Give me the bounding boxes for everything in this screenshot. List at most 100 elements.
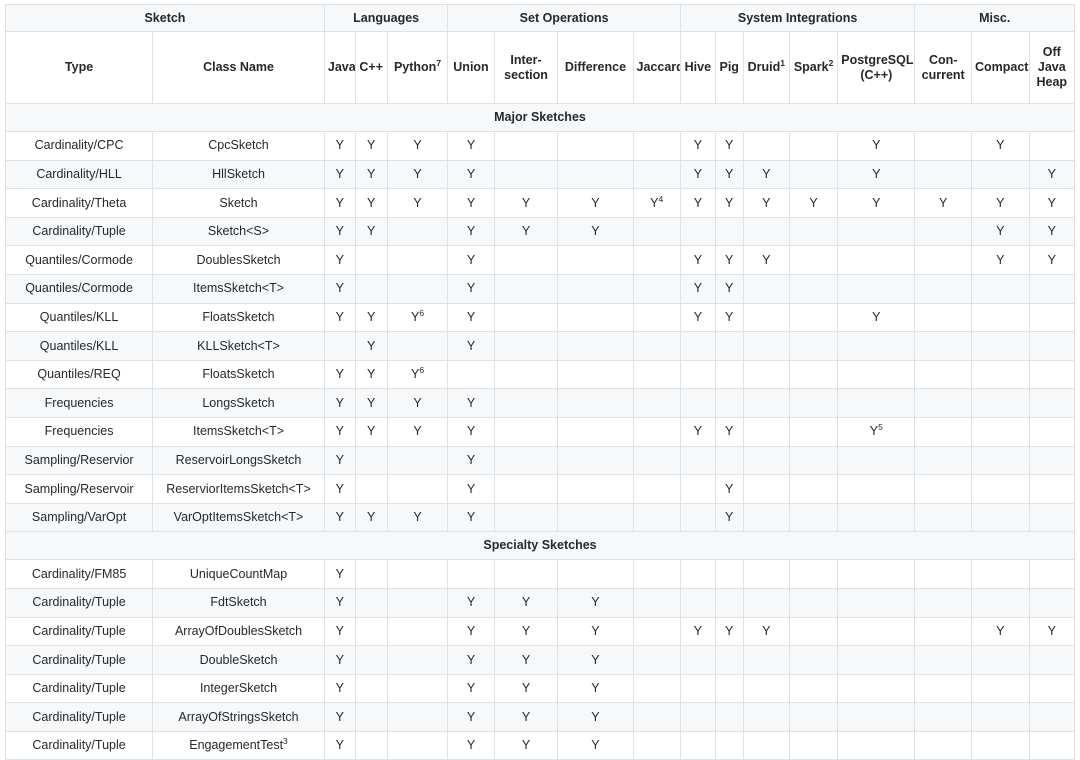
- support-mark: Y: [725, 424, 734, 439]
- cell-support-c: Y: [354, 188, 388, 218]
- cell-support-postgresql-c: [837, 673, 916, 704]
- support-mark: Y: [591, 224, 600, 239]
- cell-sketch-type: Cardinality/Tuple: [4, 645, 154, 675]
- support-mark: Y: [335, 367, 344, 382]
- cell-support-spark: Y: [788, 188, 839, 218]
- cell-support-off-java-heap: [1028, 474, 1076, 504]
- support-mark: Y: [335, 595, 344, 610]
- cell-support-inter-section: [493, 559, 559, 589]
- cell-support-druid: [742, 445, 790, 476]
- cell-support-postgresql-c: [837, 388, 916, 418]
- cell-support-c: [354, 730, 388, 760]
- cell-support-jaccard: [632, 416, 681, 447]
- table-body: Major Sketches Cardinality/CPC CpcSketch Y Y…: [4, 103, 1076, 760]
- support-mark: Y: [725, 281, 734, 296]
- cell-support-compact: [970, 416, 1030, 447]
- support-mark: Y: [335, 566, 344, 581]
- cell-support-c: [354, 445, 388, 476]
- support-mark: Y: [762, 623, 771, 638]
- cell-support-con-current: [914, 645, 972, 675]
- cell-class-name: DoubleSketch: [152, 645, 325, 675]
- column-header-label: Jaccard: [636, 60, 681, 75]
- support-mark: Y: [725, 309, 734, 324]
- cell-support-difference: [557, 273, 634, 304]
- support-mark: Y: [335, 452, 344, 467]
- cell-support-postgresql-c: [837, 559, 916, 589]
- cell-support-off-java-heap: Y: [1028, 216, 1076, 247]
- class-name-label: VarOptItemsSketch<T>: [173, 510, 304, 525]
- cell-support-jaccard: [632, 673, 681, 704]
- support-mark: Y: [367, 424, 376, 439]
- cell-support-pig: Y: [714, 131, 744, 161]
- section-header-row: Specialty Sketches: [5, 531, 1075, 561]
- cell-support-jaccard: [632, 702, 681, 732]
- cell-support-java: Y: [323, 645, 356, 675]
- cell-support-union: Y: [447, 474, 495, 504]
- table-row: Quantiles/REQ FloatsSketch Y Y Y6: [4, 359, 1076, 390]
- cell-support-java: Y: [323, 673, 356, 704]
- cell-support-difference: [557, 445, 634, 476]
- cell-support-difference: [557, 302, 634, 333]
- support-mark: Y: [335, 652, 344, 667]
- cell-support-java: Y: [323, 559, 356, 589]
- table-row: Frequencies LongsSketch Y Y Y Y: [4, 388, 1076, 418]
- class-name-label: ItemsSketch<T>: [193, 424, 285, 439]
- cell-support-hive: Y: [679, 188, 716, 218]
- cell-support-inter-section: [493, 388, 559, 418]
- cell-support-postgresql-c: [837, 216, 916, 247]
- cell-support-python: [386, 273, 449, 304]
- table-row: Cardinality/Tuple EngagementTest3 Y Y Y Y: [4, 730, 1076, 760]
- cell-support-compact: [970, 273, 1030, 304]
- column-header-label: Union: [453, 60, 489, 75]
- support-mark: Y: [335, 424, 344, 439]
- cell-support-c: [354, 673, 388, 704]
- cell-support-c: Y: [354, 416, 388, 447]
- cell-support-c: [354, 702, 388, 732]
- column-header-class-name: Class Name: [152, 31, 325, 104]
- cell-support-postgresql-c: Y: [837, 188, 916, 218]
- cell-support-union: Y: [447, 131, 495, 161]
- cell-support-java: Y: [323, 502, 356, 533]
- support-mark: Y: [693, 138, 703, 153]
- support-mark: Y: [725, 167, 734, 182]
- cell-support-python: Y: [386, 388, 449, 418]
- cell-sketch-type: Cardinality/Tuple: [4, 216, 154, 247]
- cell-support-c: [354, 273, 388, 304]
- cell-class-name: Sketch<S>: [152, 216, 325, 247]
- column-header-label: C++: [359, 60, 384, 75]
- cell-support-compact: [970, 331, 1030, 361]
- footnote-marker: 1: [780, 57, 785, 68]
- cell-support-java: Y: [323, 474, 356, 504]
- cell-support-inter-section: [493, 474, 559, 504]
- column-header-pig: Pig: [714, 31, 744, 104]
- cell-support-jaccard: [632, 502, 681, 533]
- cell-sketch-type: Sampling/Reservoir: [4, 474, 154, 504]
- cell-support-inter-section: [493, 131, 559, 161]
- support-mark: Y: [872, 167, 881, 182]
- cell-support-inter-section: Y: [493, 188, 559, 218]
- cell-support-hive: [679, 730, 716, 760]
- group-header-sketch: Sketch: [5, 4, 325, 32]
- cell-support-union: Y: [447, 331, 495, 361]
- support-mark: Y: [1047, 252, 1056, 267]
- cell-support-postgresql-c: [837, 273, 916, 304]
- cell-support-compact: [970, 159, 1030, 190]
- cell-support-c: Y: [354, 502, 388, 533]
- cell-support-pig: Y: [714, 302, 744, 333]
- cell-support-c: [354, 559, 388, 589]
- column-header-label: Pig: [719, 60, 739, 75]
- column-header-label: Spark: [793, 60, 829, 75]
- cell-support-difference: Y: [557, 188, 634, 218]
- cell-support-off-java-heap: Y: [1028, 188, 1076, 218]
- table-row: Sampling/Reservoir ReserviorItemsSketch<T…: [4, 474, 1076, 504]
- support-mark: Y: [335, 709, 344, 724]
- cell-support-difference: [557, 245, 634, 275]
- class-name-label: ArrayOfStringsSketch: [178, 709, 299, 724]
- cell-support-hive: [679, 445, 716, 476]
- support-mark: Y: [521, 709, 531, 724]
- group-header-set-operations: Set Operations: [447, 4, 681, 32]
- table-row: Cardinality/Tuple ArrayOfDoublesSketch Y Y Y…: [4, 616, 1076, 647]
- cell-sketch-type: Quantiles/Cormode: [4, 273, 154, 304]
- cell-support-druid: Y: [742, 245, 790, 275]
- cell-support-con-current: [914, 559, 972, 589]
